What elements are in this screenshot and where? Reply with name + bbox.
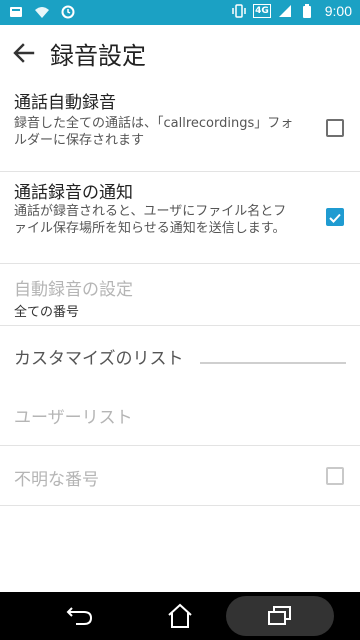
app-bar: 録音設定 [0,25,360,81]
page-title: 録音設定 [50,41,146,70]
setting-record-notify[interactable]: 通話録音の通知 通話が録音されると、ユーザにファイル名とファイル保存場所を知らせ… [0,172,360,264]
nav-home-button[interactable] [140,592,220,640]
nav-recent-apps-icon [268,606,291,625]
wifi-icon [35,7,49,18]
setting-auto-record-settings-summary: 全ての番号 [14,305,80,320]
record-notify-checkbox[interactable] [326,208,344,226]
auto-record-checkbox[interactable] [326,119,344,137]
setting-record-notify-title: 通話録音の通知 [14,183,133,203]
notification-icon [10,7,22,17]
nav-recent-apps-button[interactable] [226,596,334,636]
sync-icon [61,5,75,19]
setting-unknown-number[interactable]: 不明な番号 [0,446,360,506]
setting-user-list-title: ユーザーリスト [14,408,133,428]
network-type-badge: 4G [253,4,271,18]
setting-auto-record-title: 通話自動録音 [14,93,116,113]
signal-icon [278,5,291,17]
nav-back-button[interactable] [40,592,120,640]
customize-list-header: カスタマイズのリスト [14,349,184,369]
settings-list: 通話自動録音 録音した全ての通話は、「callrecordings」フォルダーに… [0,81,360,506]
nav-home-icon [168,603,192,628]
setting-auto-record-settings[interactable]: 自動録音の設定 全ての番号 [0,264,360,326]
setting-record-notify-summary: 通話が録音されると、ユーザにファイル名とファイル保存場所を知らせる通知を送信しま… [14,204,287,236]
navigation-bar [0,592,360,640]
customize-list-section: カスタマイズのリスト [0,326,360,384]
status-right-icons: 4G 9:00 [231,3,352,19]
nav-back-icon [66,607,93,625]
setting-auto-record[interactable]: 通話自動録音 録音した全ての通話は、「callrecordings」フォルダーに… [0,81,360,172]
unknown-number-checkbox[interactable] [326,467,344,485]
setting-unknown-number-title: 不明な番号 [14,470,99,490]
setting-user-list[interactable]: ユーザーリスト [0,384,360,446]
status-time: 9:00 [324,3,352,19]
status-bar: 4G 9:00 [0,0,360,25]
setting-auto-record-settings-title: 自動録音の設定 [14,280,133,300]
setting-auto-record-summary: 録音した全ての通話は、「callrecordings」フォルダーに保存されます [14,116,294,148]
back-button[interactable] [0,25,48,81]
vibrate-icon [232,4,246,18]
check-icon [329,213,341,223]
status-left-icons [8,4,76,20]
arrow-left-icon [13,43,35,63]
battery-icon [302,4,311,18]
section-divider [200,362,346,364]
